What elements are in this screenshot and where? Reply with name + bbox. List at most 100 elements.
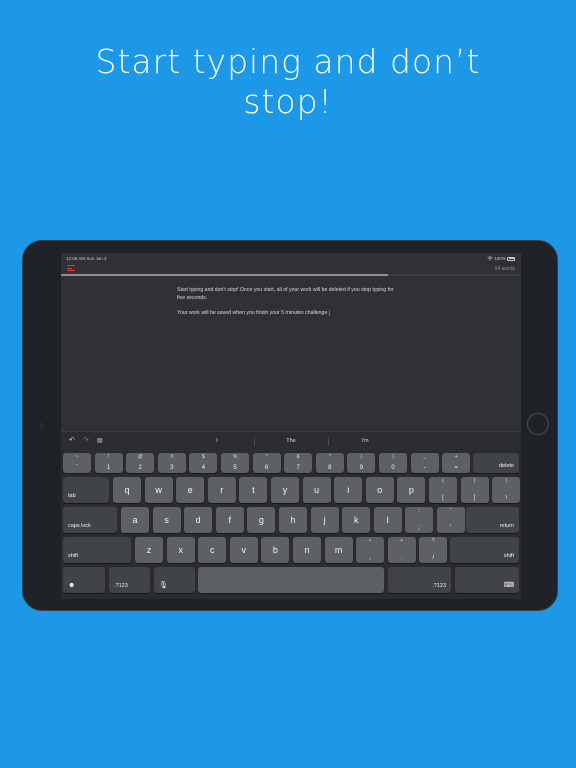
- key-l[interactable]: l: [373, 507, 402, 533]
- symbol-key[interactable]: * 8: [315, 453, 344, 473]
- microphone-icon[interactable]: 🎙: [154, 567, 195, 593]
- key-label: .: [400, 555, 403, 561]
- key-label: e: [187, 485, 193, 495]
- numbers-key-label: .?123: [432, 583, 446, 589]
- battery-icon: [507, 256, 515, 261]
- symbol-key[interactable]: #3: [157, 453, 186, 473]
- shift-key-right[interactable]: shift: [450, 537, 519, 563]
- key-label: w: [155, 485, 162, 495]
- key-j[interactable]: j: [310, 507, 339, 533]
- symbol-key[interactable]: & 7: [284, 453, 313, 473]
- status-time: 12:09 AM Sun Jan 3: [66, 256, 107, 261]
- symbol-key[interactable]: $4: [189, 453, 218, 473]
- key-label: u: [314, 485, 320, 495]
- symbol-key[interactable]: | \: [492, 477, 521, 503]
- key-c[interactable]: c: [198, 537, 227, 563]
- key-b[interactable]: b: [261, 537, 290, 563]
- shift-key-label: shift: [68, 553, 79, 559]
- numbers-key-right[interactable]: .?123: [388, 567, 451, 593]
- space-bar[interactable]: [198, 567, 384, 593]
- keyboard-dismiss-icon[interactable]: ⌨: [455, 567, 519, 593]
- key-shift-label: $: [202, 454, 205, 460]
- challenge-progress-fill: [61, 274, 388, 276]
- symbol-key[interactable]: ) 0: [379, 453, 407, 473]
- symbol-key[interactable]: (9: [347, 453, 376, 473]
- return-key-label: return: [499, 523, 514, 529]
- tab-key[interactable]: tab: [63, 477, 109, 503]
- undo-icon[interactable]: ↶: [69, 436, 75, 444]
- symbol-key[interactable]: <,: [356, 537, 384, 563]
- symbol-key[interactable]: @2: [126, 453, 155, 473]
- key-o[interactable]: o: [365, 477, 394, 503]
- key-p[interactable]: p: [397, 477, 426, 503]
- key-m[interactable]: m: [324, 537, 353, 563]
- emoji-icon[interactable]: ☻: [63, 567, 105, 593]
- suggestion-1[interactable]: I: [179, 438, 255, 444]
- mic-glyph: 🎙: [159, 582, 168, 589]
- symbol-key[interactable]: " ': [436, 507, 465, 533]
- paragraph-2: Your work will be saved when you finish …: [177, 309, 403, 317]
- symbol-key[interactable]: :;: [405, 507, 433, 533]
- key-shift-label: %: [232, 454, 238, 460]
- key-w[interactable]: w: [144, 477, 173, 503]
- home-button[interactable]: [527, 413, 549, 435]
- key-label: [: [442, 495, 444, 501]
- symbol-key[interactable]: ? /: [419, 537, 448, 563]
- delete-key[interactable]: delete: [473, 453, 519, 473]
- key-shift-label: :: [418, 508, 420, 514]
- symbol-key[interactable]: + =: [442, 453, 471, 473]
- key-label: \: [505, 495, 508, 501]
- key-label: ;: [418, 525, 420, 531]
- key-h[interactable]: h: [279, 507, 307, 533]
- symbol-key[interactable]: ^ 6: [252, 453, 281, 473]
- key-q[interactable]: q: [113, 477, 141, 503]
- key-s[interactable]: s: [152, 507, 181, 533]
- key-e[interactable]: e: [176, 477, 205, 503]
- key-t[interactable]: t: [239, 477, 268, 503]
- symbol-key[interactable]: ! 1: [94, 453, 123, 473]
- key-u[interactable]: u: [302, 477, 331, 503]
- on-screen-keyboard: delete tab caps lock return shift shift …: [61, 451, 521, 599]
- symbol-key[interactable]: _ -: [410, 453, 439, 473]
- key-label: x: [178, 545, 183, 555]
- key-n[interactable]: n: [293, 537, 321, 563]
- redo-icon[interactable]: ↷: [83, 436, 89, 444]
- key-v[interactable]: v: [229, 537, 258, 563]
- key-label: q: [124, 485, 130, 495]
- key-label: 1: [106, 465, 111, 471]
- symbol-key[interactable]: ~ `: [63, 453, 91, 473]
- key-label: s: [164, 515, 169, 525]
- key-label: 9: [359, 465, 364, 471]
- suggestion-2[interactable]: The: [253, 438, 329, 444]
- key-d[interactable]: d: [184, 507, 213, 533]
- key-a[interactable]: a: [121, 507, 149, 533]
- tab-key-label: tab: [68, 493, 76, 499]
- key-r[interactable]: r: [207, 477, 236, 503]
- caps-lock-key[interactable]: caps lock: [63, 507, 117, 533]
- paste-icon[interactable]: ▤: [97, 437, 103, 444]
- caps-lock-key-label: caps lock: [68, 523, 91, 529]
- symbol-key[interactable]: }]: [460, 477, 489, 503]
- key-z[interactable]: z: [135, 537, 163, 563]
- key-shift-label: (: [360, 454, 363, 460]
- shift-key-left[interactable]: shift: [63, 537, 131, 563]
- symbol-key[interactable]: % 5: [221, 453, 249, 473]
- key-shift-label: ~: [75, 454, 79, 460]
- numbers-key-left[interactable]: .?123: [109, 567, 150, 593]
- emoji-glyph: ☻: [68, 582, 76, 589]
- key-f[interactable]: f: [215, 507, 244, 533]
- key-i[interactable]: i: [334, 477, 363, 503]
- suggestion-3[interactable]: I'm: [327, 438, 403, 444]
- document-text[interactable]: Start typing and don't stop! Once you st…: [177, 286, 403, 324]
- key-k[interactable]: k: [342, 507, 371, 533]
- key-g[interactable]: g: [247, 507, 276, 533]
- hamburger-menu-icon[interactable]: [67, 265, 75, 272]
- key-x[interactable]: x: [166, 537, 195, 563]
- key-label: f: [228, 515, 232, 525]
- return-key[interactable]: return: [466, 507, 519, 533]
- key-y[interactable]: y: [271, 477, 299, 503]
- key-label: ]: [473, 495, 476, 501]
- symbol-key[interactable]: >.: [387, 537, 416, 563]
- key-label: p: [408, 485, 414, 495]
- symbol-key[interactable]: {[: [429, 477, 457, 503]
